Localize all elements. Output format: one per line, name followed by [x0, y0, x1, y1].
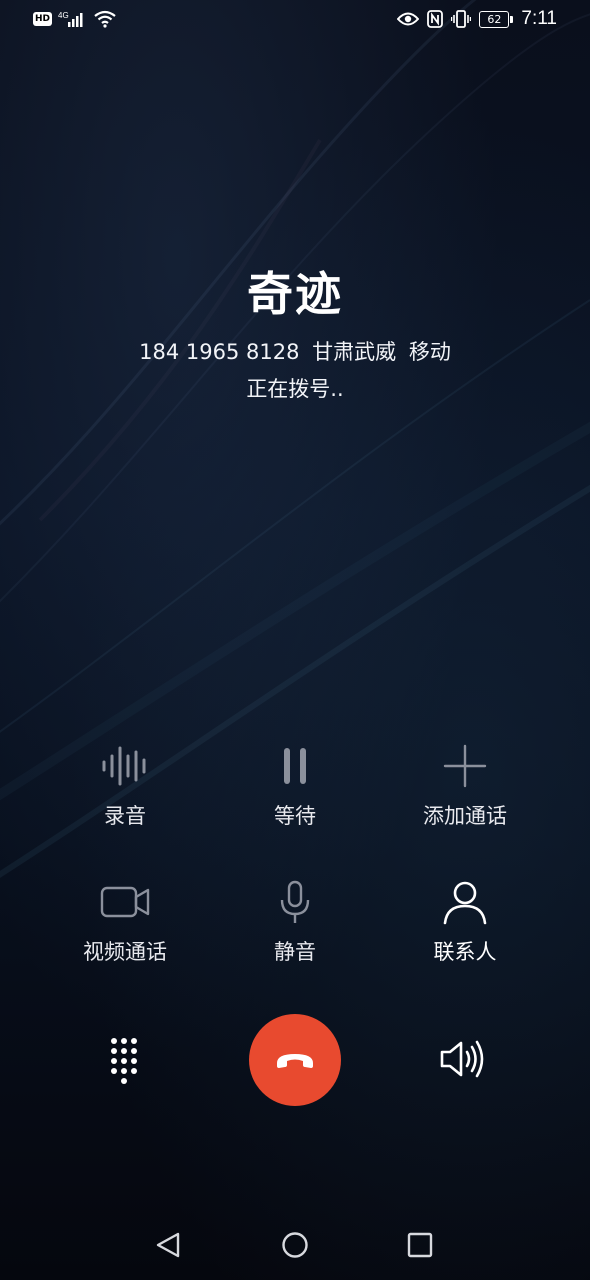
status-bar: HD 4G 62 7:11 [0, 0, 590, 42]
video-call-label: 视频通话 [83, 940, 167, 964]
hd-icon: HD [33, 12, 53, 26]
hold-label: 等待 [274, 804, 316, 828]
speaker-button[interactable] [434, 1029, 494, 1089]
status-left: HD 4G [33, 10, 116, 28]
contacts-button[interactable]: 联系人 [370, 878, 560, 966]
recents-icon [407, 1232, 433, 1258]
vibrate-icon [451, 10, 472, 28]
status-right: 62 7:11 [397, 8, 557, 30]
mute-button[interactable]: 静音 [200, 878, 390, 966]
wifi-icon [94, 10, 116, 28]
nfc-icon [427, 10, 444, 28]
nav-home-button[interactable] [272, 1222, 318, 1268]
pause-icon [284, 748, 306, 784]
call-status: 正在拨号.. [246, 377, 344, 401]
status-time: 7:11 [521, 8, 557, 29]
video-call-button[interactable]: 视频通话 [30, 878, 220, 966]
waveform-icon [102, 746, 146, 786]
svg-text:4G: 4G [58, 11, 69, 20]
battery-icon: 62 [479, 10, 514, 28]
mute-label: 静音 [274, 940, 316, 964]
caller-name: 奇迹 [247, 267, 343, 321]
speaker-icon [440, 1040, 484, 1078]
hold-button[interactable]: 等待 [200, 742, 390, 830]
plus-icon [443, 744, 487, 788]
record-button[interactable]: 录音 [30, 742, 220, 830]
end-call-button[interactable] [249, 1014, 341, 1106]
signal-icon: 4G [58, 11, 83, 27]
contacts-label: 联系人 [433, 940, 497, 964]
dialpad-button[interactable] [94, 1029, 154, 1089]
caller-detail: 184 1965 8128 甘肃武威 移动 [0, 336, 590, 366]
add-call-label: 添加通话 [423, 804, 507, 828]
nav-back-button[interactable] [146, 1222, 192, 1268]
caller-number: 184 1965 8128 [139, 340, 300, 364]
video-camera-icon [100, 886, 150, 918]
caller-carrier: 移动 [408, 340, 451, 364]
record-label: 录音 [104, 804, 146, 828]
home-icon [282, 1232, 308, 1258]
caller-location: 甘肃武威 [312, 340, 397, 364]
back-icon [156, 1232, 180, 1258]
person-icon [443, 881, 487, 925]
microphone-icon [280, 880, 310, 923]
add-call-button[interactable]: 添加通话 [370, 742, 560, 830]
dialpad-icon [111, 1038, 137, 1084]
call-screen: HD 4G 62 7:11 奇迹 184 1965 8128 甘肃武威 移动 正… [0, 0, 590, 1280]
phone-hangup-icon [277, 1054, 313, 1068]
eye-icon [397, 12, 420, 26]
nav-recents-button[interactable] [397, 1222, 443, 1268]
